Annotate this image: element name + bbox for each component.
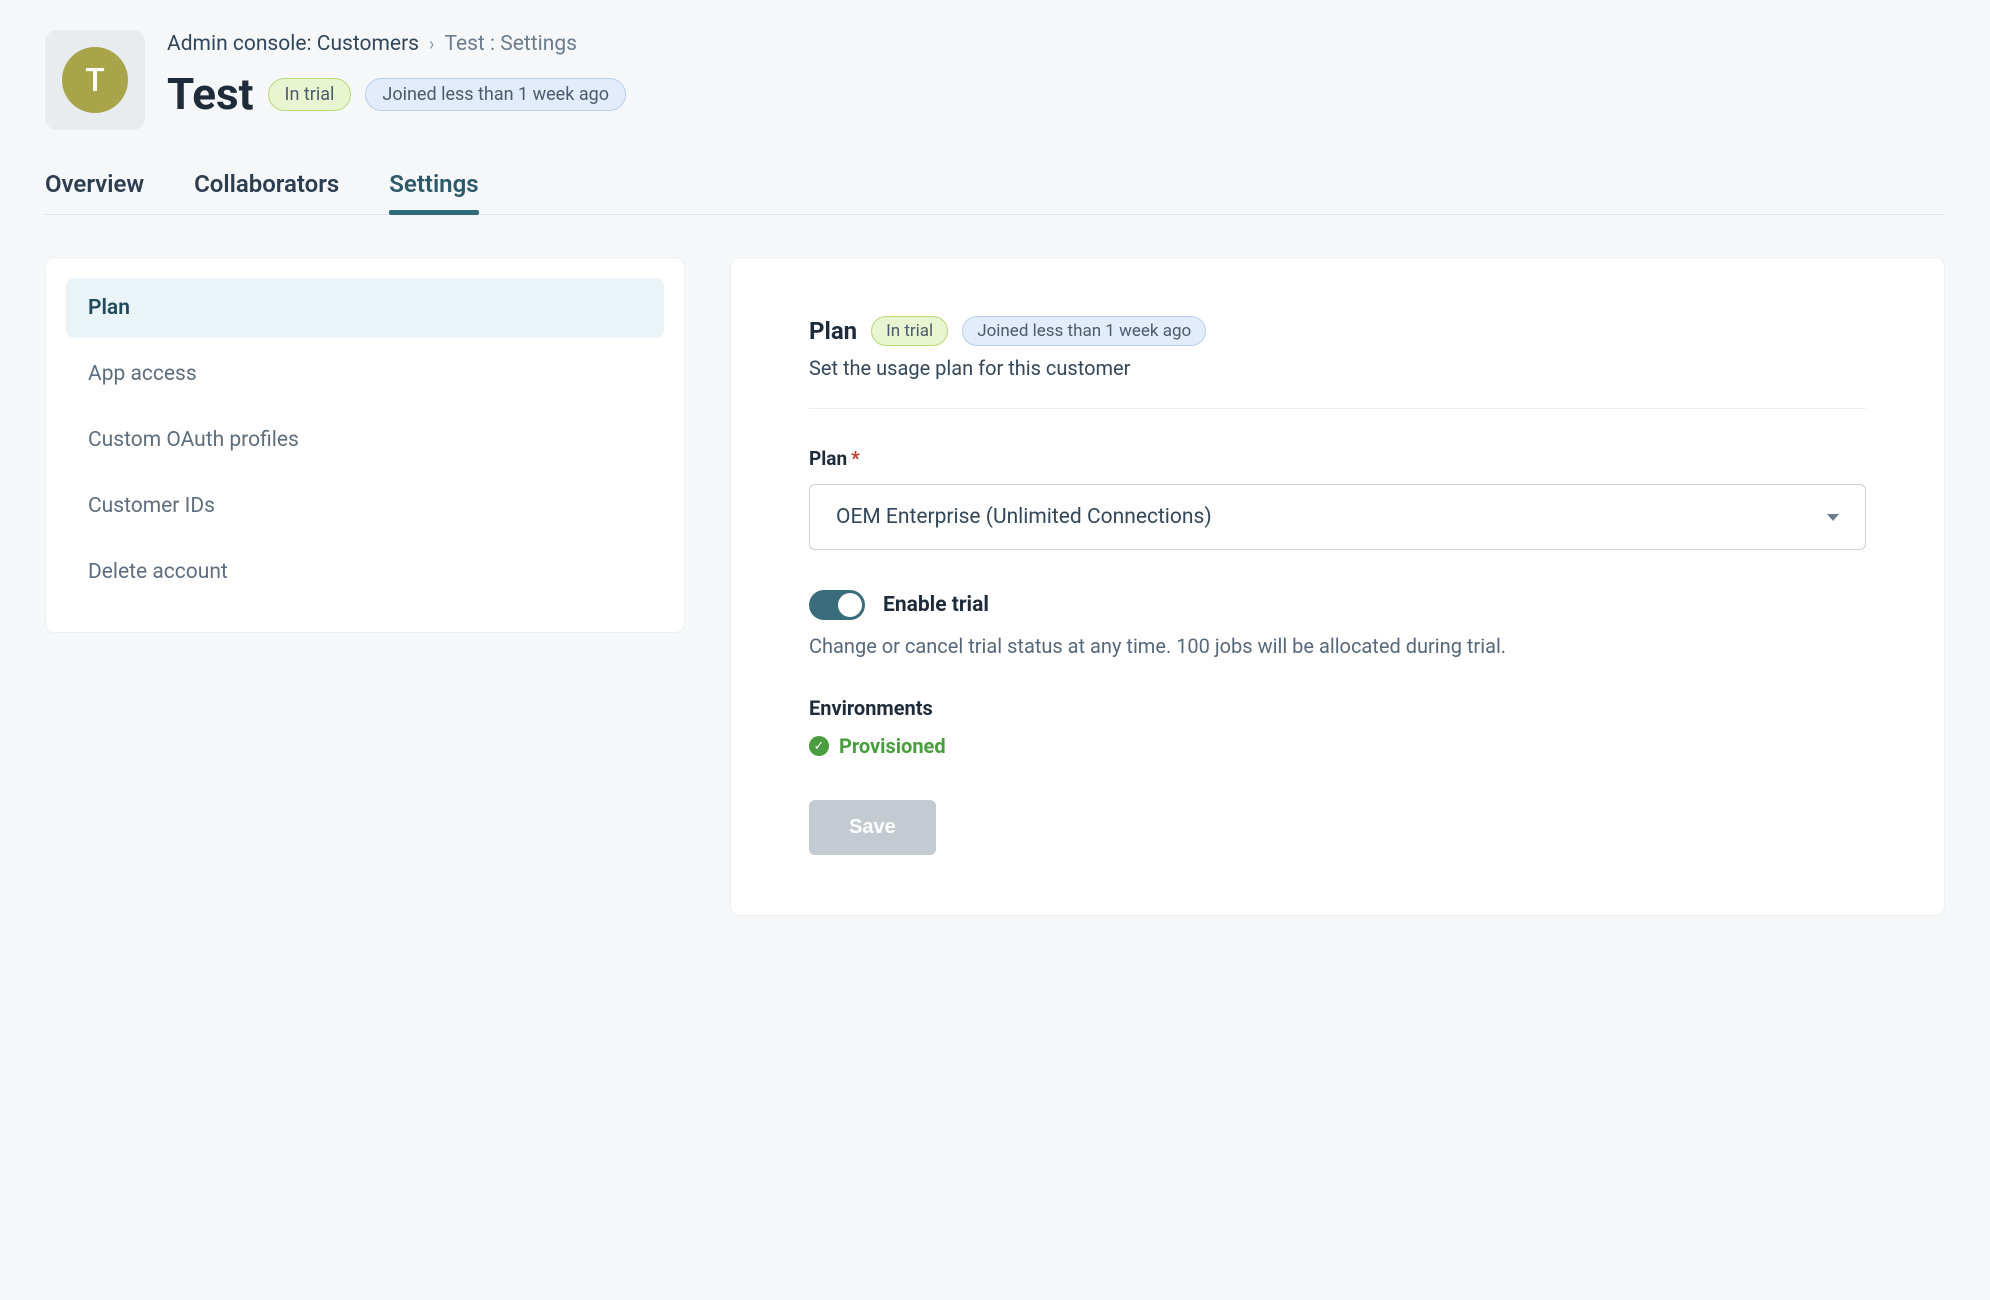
tab-overview[interactable]: Overview: [45, 170, 144, 214]
plan-select-value: OEM Enterprise (Unlimited Connections): [836, 505, 1212, 529]
tabs: Overview Collaborators Settings: [45, 170, 1945, 215]
settings-sidebar: Plan App access Custom OAuth profiles Cu…: [45, 257, 685, 633]
breadcrumb: Admin console: Customers › Test : Settin…: [167, 32, 626, 56]
status-badge-joined: Joined less than 1 week ago: [365, 78, 626, 111]
section-title: Plan: [809, 317, 857, 345]
page-header: T Admin console: Customers › Test : Sett…: [45, 30, 1945, 130]
environment-status: ✓ Provisioned: [809, 734, 1866, 758]
tab-collaborators[interactable]: Collaborators: [194, 170, 339, 214]
enable-trial-help: Change or cancel trial status at any tim…: [809, 634, 1866, 658]
environments-label: Environments: [809, 696, 1866, 720]
toggle-knob: [838, 593, 862, 617]
sidebar-item-plan[interactable]: Plan: [66, 278, 664, 338]
page-title: Test: [167, 68, 254, 120]
plan-field-label: Plan*: [809, 447, 1866, 470]
section-description: Set the usage plan for this customer: [809, 356, 1866, 409]
tab-settings[interactable]: Settings: [389, 170, 478, 214]
plan-select[interactable]: OEM Enterprise (Unlimited Connections): [809, 484, 1866, 550]
sidebar-item-custom-oauth[interactable]: Custom OAuth profiles: [66, 410, 664, 470]
check-circle-icon: ✓: [809, 736, 829, 756]
status-badge-trial: In trial: [268, 78, 352, 111]
sidebar-item-customer-ids[interactable]: Customer IDs: [66, 476, 664, 536]
panel-badge-joined: Joined less than 1 week ago: [962, 316, 1206, 346]
required-asterisk: *: [851, 447, 860, 470]
breadcrumb-current: Test : Settings: [444, 32, 577, 56]
sidebar-item-app-access[interactable]: App access: [66, 344, 664, 404]
caret-down-icon: [1827, 514, 1839, 521]
panel-badge-trial: In trial: [871, 316, 948, 346]
enable-trial-label: Enable trial: [883, 593, 989, 617]
plan-panel: Plan In trial Joined less than 1 week ag…: [730, 257, 1945, 916]
save-button[interactable]: Save: [809, 800, 936, 855]
environment-status-text: Provisioned: [839, 734, 946, 758]
enable-trial-toggle[interactable]: [809, 590, 865, 620]
chevron-right-icon: ›: [429, 34, 434, 55]
avatar-initial: T: [62, 47, 128, 113]
breadcrumb-root[interactable]: Admin console: Customers: [167, 32, 419, 56]
sidebar-item-delete-account[interactable]: Delete account: [66, 542, 664, 602]
avatar: T: [45, 30, 145, 130]
